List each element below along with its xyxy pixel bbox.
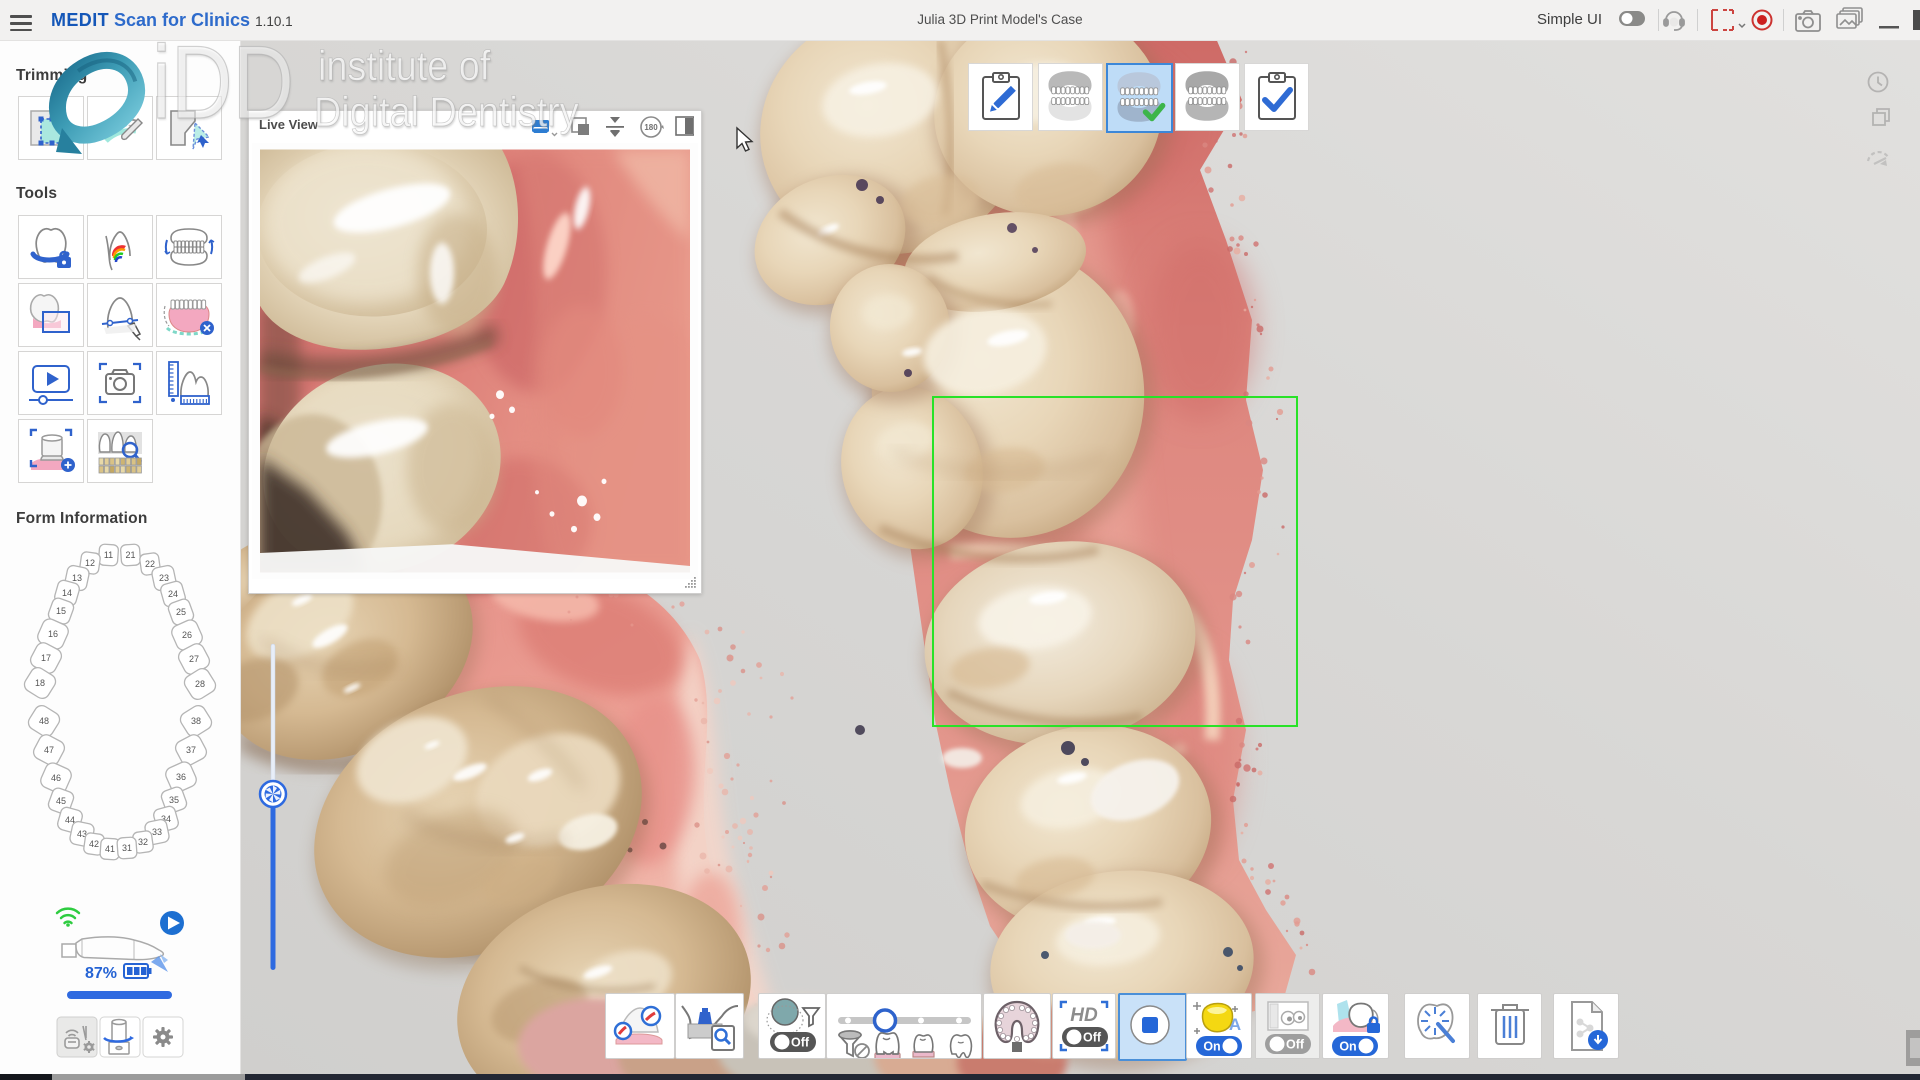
svg-text:23: 23 <box>159 573 169 583</box>
svg-text:45: 45 <box>56 796 66 806</box>
svg-text:HD: HD <box>1070 1005 1098 1026</box>
svg-text:25: 25 <box>176 607 186 617</box>
svg-text:Off: Off <box>791 1036 810 1050</box>
svg-text:14: 14 <box>62 588 72 598</box>
svg-text:37: 37 <box>186 745 196 755</box>
svg-text:17: 17 <box>41 653 51 663</box>
svg-text:33: 33 <box>152 827 162 837</box>
svg-text:A: A <box>1229 1015 1241 1034</box>
svg-text:24: 24 <box>168 589 178 599</box>
svg-text:18: 18 <box>35 678 45 688</box>
svg-text:On: On <box>1339 1040 1356 1054</box>
svg-text:Off: Off <box>1083 1031 1102 1045</box>
svg-text:31: 31 <box>122 843 132 853</box>
svg-text:47: 47 <box>44 745 54 755</box>
svg-text:16: 16 <box>48 629 58 639</box>
svg-text:35: 35 <box>169 795 179 805</box>
svg-text:On: On <box>1203 1040 1220 1054</box>
svg-text:41: 41 <box>105 844 115 854</box>
svg-text:36: 36 <box>176 772 186 782</box>
svg-text:15: 15 <box>56 606 66 616</box>
svg-text:87%: 87% <box>85 965 117 982</box>
svg-text:180: 180 <box>644 123 658 132</box>
svg-text:13: 13 <box>72 573 82 583</box>
svg-text:32: 32 <box>138 837 148 847</box>
svg-text:22: 22 <box>145 559 155 569</box>
svg-text:42: 42 <box>89 839 99 849</box>
svg-text:12: 12 <box>85 558 95 568</box>
svg-text:27: 27 <box>189 654 199 664</box>
svg-text:28: 28 <box>195 679 205 689</box>
svg-text:38: 38 <box>191 716 201 726</box>
svg-text:11: 11 <box>104 550 113 560</box>
svg-text:21: 21 <box>125 550 135 560</box>
svg-text:26: 26 <box>182 630 192 640</box>
svg-text:48: 48 <box>39 716 49 726</box>
svg-text:Off: Off <box>1286 1038 1305 1052</box>
svg-text:46: 46 <box>51 773 61 783</box>
